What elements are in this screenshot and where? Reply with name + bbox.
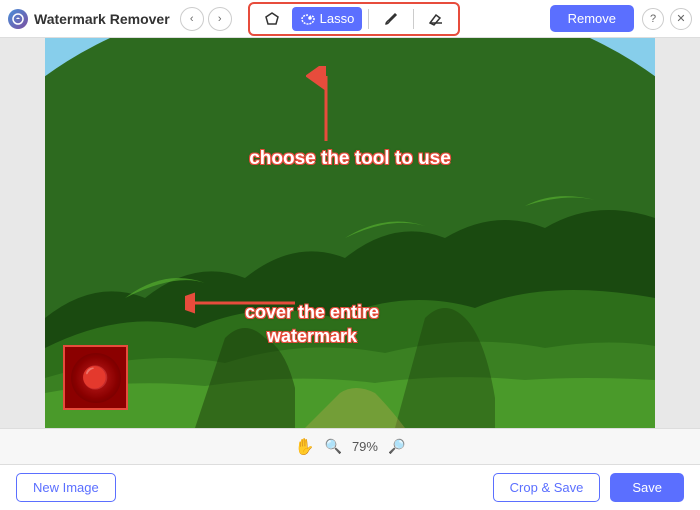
- zoom-out-icon[interactable]: 🔍: [388, 438, 405, 455]
- polygon-icon: [264, 11, 280, 27]
- window-controls: ? ✕: [642, 8, 692, 30]
- zoom-level-text: 79%: [352, 439, 378, 454]
- title-bar-left: Watermark Remover ‹ › Lasso: [8, 2, 550, 36]
- pan-tool-icon[interactable]: ✋: [295, 437, 315, 457]
- main-area: choose the tool to use cover the entire …: [0, 38, 700, 428]
- tool-separator-1: [368, 9, 369, 29]
- close-button[interactable]: ✕: [670, 8, 692, 30]
- image-container: choose the tool to use cover the entire …: [45, 38, 655, 428]
- app-logo: [8, 9, 28, 29]
- nav-forward-button[interactable]: ›: [208, 7, 232, 31]
- remove-button[interactable]: Remove: [550, 5, 634, 32]
- eraser-icon: [428, 11, 444, 27]
- lasso-tool-label: Lasso: [320, 11, 355, 26]
- lasso-tool-button[interactable]: Lasso: [292, 7, 363, 31]
- action-right: Crop & Save Save: [493, 473, 684, 502]
- title-bar: Watermark Remover ‹ › Lasso: [0, 0, 700, 38]
- action-bar: New Image Crop & Save Save: [0, 464, 700, 510]
- nav-back-button[interactable]: ‹: [180, 7, 204, 31]
- zoom-in-icon[interactable]: 🔍: [325, 438, 342, 455]
- title-bar-right: Remove ? ✕: [550, 5, 692, 32]
- brush-tool-button[interactable]: [375, 7, 407, 31]
- eraser-tool-button[interactable]: [420, 7, 452, 31]
- lasso-icon: [300, 11, 316, 27]
- new-image-button[interactable]: New Image: [16, 473, 116, 502]
- status-bar: ✋ 🔍 79% 🔍: [0, 428, 700, 464]
- help-button[interactable]: ?: [642, 8, 664, 30]
- crop-save-button[interactable]: Crop & Save: [493, 473, 601, 502]
- brush-icon: [383, 11, 399, 27]
- landscape-image[interactable]: [45, 38, 655, 428]
- nav-arrows: ‹ ›: [180, 7, 232, 31]
- tool-separator-2: [413, 9, 414, 29]
- save-button[interactable]: Save: [610, 473, 684, 502]
- polygon-tool-button[interactable]: [256, 7, 288, 31]
- toolbar-section: Lasso: [248, 2, 461, 36]
- app-title: Watermark Remover: [34, 11, 170, 27]
